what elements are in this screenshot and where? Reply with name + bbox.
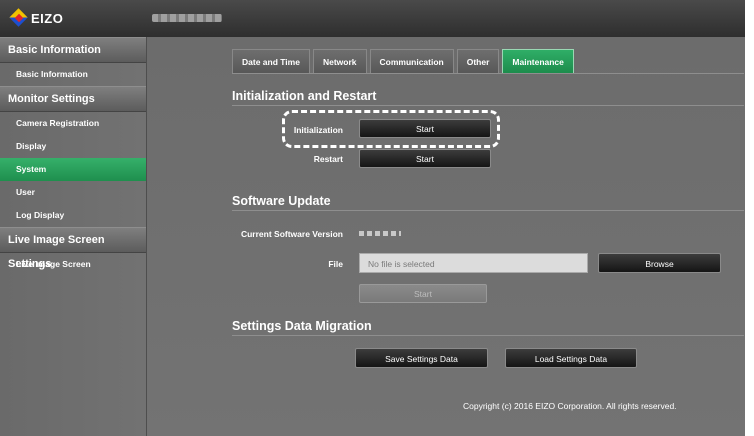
load-settings-data-button[interactable]: Load Settings Data	[505, 348, 637, 368]
eizo-diamond-icon	[9, 8, 28, 27]
sidebar-item-display[interactable]: Display	[0, 135, 146, 158]
sidebar-item-basic-information[interactable]: Basic Information	[0, 63, 146, 86]
software-update-start-button[interactable]: Start	[359, 284, 487, 303]
top-bar: EIZO	[0, 0, 745, 37]
sidebar-item-camera-registration[interactable]: Camera Registration	[0, 112, 146, 135]
logo-text: EIZO	[31, 10, 64, 26]
sidebar-section-monitor-settings[interactable]: Monitor Settings	[0, 86, 146, 112]
tab-other[interactable]: Other	[456, 49, 500, 74]
tab-bar: Date and Time Network Communication Othe…	[232, 49, 577, 74]
save-settings-data-button[interactable]: Save Settings Data	[355, 348, 488, 368]
section-divider	[232, 335, 744, 336]
device-name-redacted	[152, 14, 222, 22]
browse-button[interactable]: Browse	[598, 253, 721, 273]
sidebar-item-log-display[interactable]: Log Display	[0, 204, 146, 227]
initialization-restart-heading: Initialization and Restart	[232, 89, 377, 103]
main-panel: Date and Time Network Communication Othe…	[147, 37, 745, 436]
tab-date-and-time[interactable]: Date and Time	[232, 49, 310, 74]
initialization-label: Initialization	[293, 125, 343, 135]
file-label: File	[328, 259, 343, 269]
sidebar: Basic Information Basic Information Moni…	[0, 37, 147, 436]
section-divider	[232, 210, 744, 211]
version-value-redacted	[359, 231, 401, 236]
restart-start-button[interactable]: Start	[359, 149, 491, 168]
software-update-heading: Software Update	[232, 194, 331, 208]
eizo-logo: EIZO	[9, 8, 64, 27]
tab-communication[interactable]: Communication	[369, 49, 454, 74]
current-version-label: Current Software Version	[240, 229, 343, 239]
restart-label: Restart	[313, 154, 343, 164]
sidebar-item-system[interactable]: System	[0, 158, 146, 181]
tab-maintenance[interactable]: Maintenance	[502, 49, 574, 74]
section-divider	[232, 105, 744, 106]
sidebar-section-basic-information[interactable]: Basic Information	[0, 37, 146, 63]
app-window: EIZO Basic Information Basic Information…	[0, 0, 745, 436]
sidebar-item-user[interactable]: User	[0, 181, 146, 204]
settings-migration-heading: Settings Data Migration	[232, 319, 372, 333]
sidebar-item-live-image-screen[interactable]: Live Image Screen	[0, 253, 146, 276]
tab-network[interactable]: Network	[312, 49, 367, 74]
copyright-text: Copyright (c) 2016 EIZO Corporation. All…	[463, 401, 677, 411]
file-field[interactable]: No file is selected	[359, 253, 588, 273]
initialization-start-button[interactable]: Start	[359, 119, 491, 138]
sidebar-section-live-image-screen-settings[interactable]: Live Image Screen Settings	[0, 227, 146, 270]
tab-divider	[232, 73, 744, 74]
